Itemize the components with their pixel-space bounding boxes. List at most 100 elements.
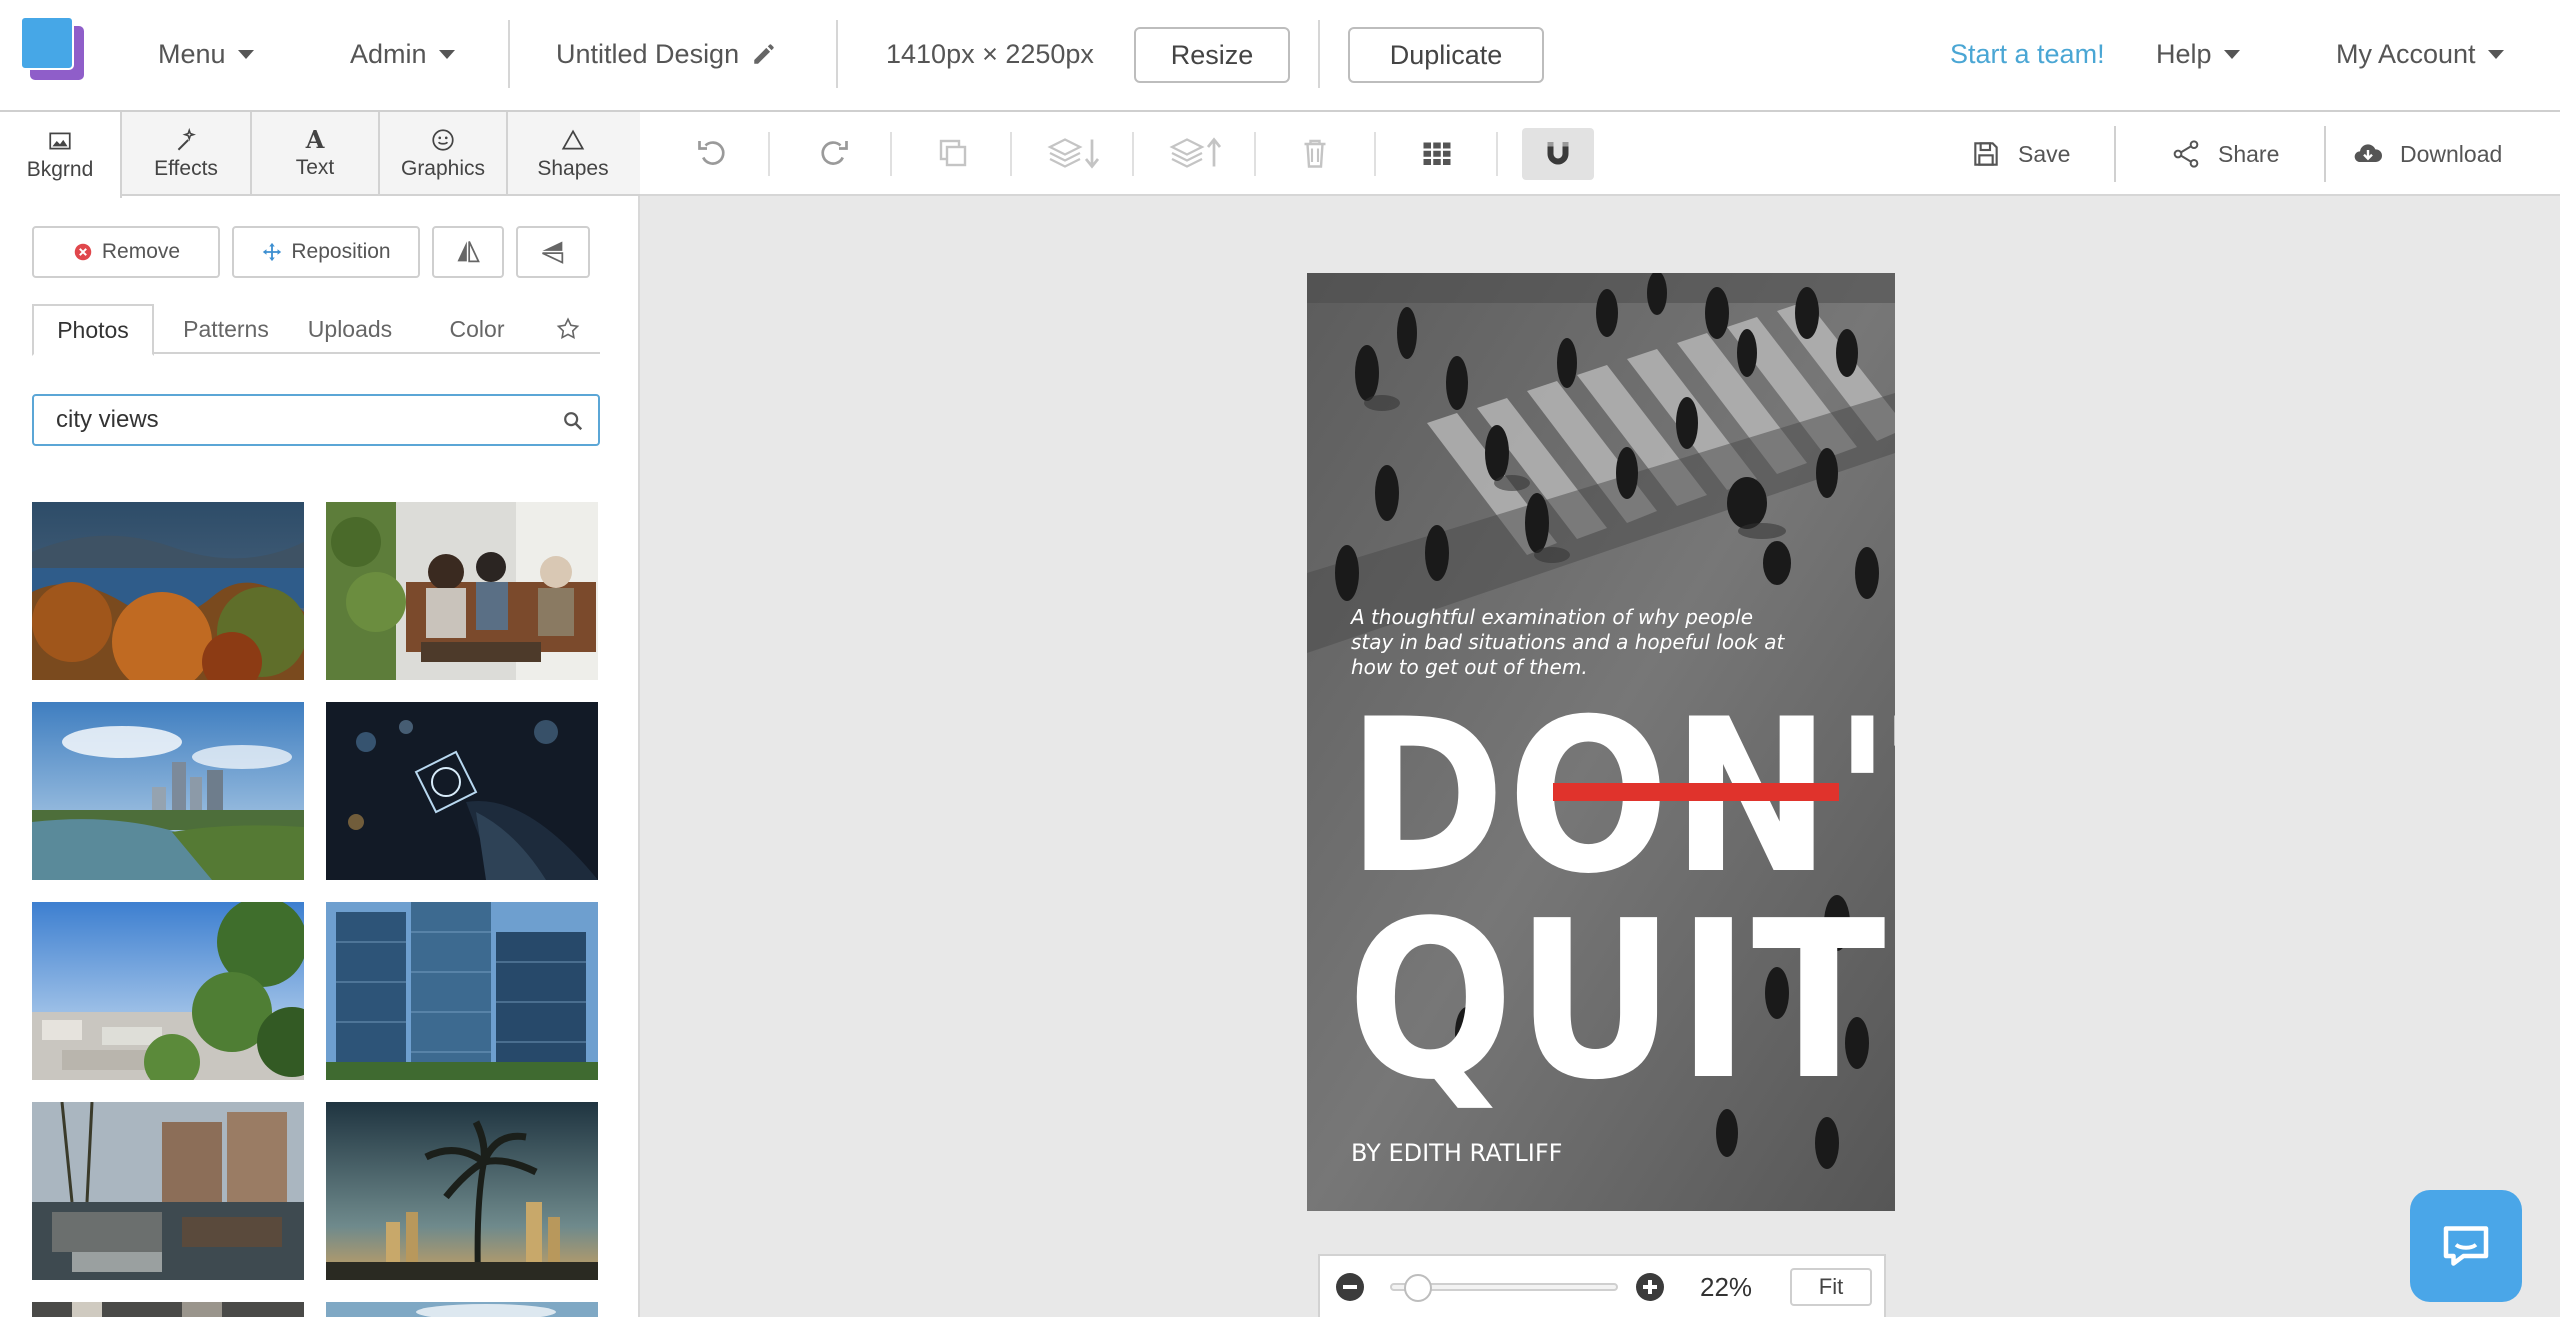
help-dropdown[interactable]: Help	[2156, 0, 2240, 108]
subtab-patterns[interactable]: Patterns	[162, 304, 290, 354]
left-panel: Bkgrnd Effects A Text Graphics Shapes Re…	[0, 112, 640, 1317]
cloud-download-icon	[2354, 144, 2383, 162]
text-icon: A	[305, 125, 325, 154]
cover-tagline[interactable]: A thoughtful examination of why people s…	[1351, 605, 1791, 680]
reposition-label: Reposition	[291, 240, 391, 263]
photo-canal-boats	[32, 1102, 304, 1280]
divider	[508, 20, 510, 88]
subtab-color[interactable]: Color	[422, 304, 532, 354]
photo-night-tech	[326, 702, 598, 880]
divider	[890, 132, 892, 176]
photo-thumbnail[interactable]	[32, 702, 304, 880]
photo-thumbnail[interactable]	[326, 1102, 598, 1280]
share-button[interactable]: Share	[2170, 112, 2279, 196]
tool-tab-label: Text	[295, 156, 335, 179]
zoom-level: 22%	[1700, 1272, 1753, 1302]
download-button[interactable]: Download	[2352, 112, 2502, 196]
share-label: Share	[2218, 140, 2280, 167]
support-chat-button[interactable]	[2410, 1190, 2522, 1302]
divider	[2324, 126, 2326, 182]
app-logo[interactable]	[20, 16, 86, 80]
admin-label: Admin	[350, 38, 427, 69]
zoom-slider-handle[interactable]	[1403, 1274, 1432, 1302]
tool-tab-background[interactable]: Bkgrnd	[0, 112, 122, 198]
download-label: Download	[2400, 140, 2503, 167]
chevron-down-icon	[237, 49, 254, 59]
design-title[interactable]: Untitled Design	[556, 0, 777, 108]
logo-front-square	[20, 16, 74, 70]
photo-thumbnail[interactable]	[32, 1102, 304, 1280]
snap-toggle[interactable]	[1522, 128, 1594, 180]
photo-thumbnail[interactable]	[326, 902, 598, 1080]
zoom-in-button[interactable]	[1636, 1273, 1664, 1301]
photo-partial	[326, 1302, 598, 1317]
tool-tab-graphics[interactable]: Graphics	[380, 112, 508, 196]
search-icon[interactable]	[562, 410, 584, 432]
cover-headline-line2[interactable]: QUIT	[1347, 893, 1888, 1111]
subtab-uploads[interactable]: Uploads	[290, 304, 410, 354]
zoom-controls: 22% Fit	[1318, 1254, 1886, 1317]
photo-thumbnail[interactable]	[326, 702, 598, 880]
flip-vertical-button[interactable]	[516, 226, 590, 278]
smiley-icon	[432, 129, 454, 151]
account-dropdown[interactable]: My Account	[2336, 0, 2504, 108]
send-backward-button[interactable]	[1044, 128, 1104, 178]
grid-button[interactable]	[1412, 128, 1462, 178]
tool-tabs: Bkgrnd Effects A Text Graphics Shapes	[0, 112, 640, 198]
photo-search[interactable]	[32, 394, 600, 446]
search-input[interactable]	[56, 406, 536, 434]
redo-button[interactable]	[808, 128, 858, 178]
flip-horizontal-button[interactable]	[432, 226, 504, 278]
menu-label: Menu	[158, 38, 226, 69]
flip-vertical-icon	[542, 241, 564, 264]
photo-city-river	[32, 702, 304, 880]
strikethrough-bar[interactable]	[1553, 783, 1839, 801]
design-dimensions: 1410px × 2250px	[886, 38, 1094, 69]
menu-dropdown[interactable]: Menu	[158, 0, 254, 108]
photo-thumbnail[interactable]	[32, 902, 304, 1080]
reposition-button[interactable]: Reposition	[232, 226, 420, 278]
remove-icon	[74, 243, 92, 261]
delete-button[interactable]	[1290, 128, 1340, 178]
fit-button[interactable]: Fit	[1790, 1268, 1872, 1306]
photo-thumbnail[interactable]	[326, 502, 598, 680]
move-arrows-icon	[263, 242, 282, 262]
layer-down-icon	[1047, 138, 1100, 169]
undo-button[interactable]	[688, 128, 738, 178]
zoom-out-button[interactable]	[1336, 1273, 1364, 1301]
copy-icon	[939, 139, 967, 167]
image-icon	[49, 132, 71, 150]
divider	[1254, 132, 1256, 176]
subtab-photos[interactable]: Photos	[32, 304, 154, 356]
divider	[1374, 132, 1376, 176]
photo-thumbnail[interactable]	[32, 1302, 304, 1317]
remove-button[interactable]: Remove	[32, 226, 220, 278]
admin-dropdown[interactable]: Admin	[350, 0, 455, 108]
save-icon	[1974, 142, 1998, 166]
subtab-favorites[interactable]	[536, 304, 600, 354]
undo-icon	[698, 141, 725, 165]
cover-author[interactable]: BY EDITH RATLIFF	[1351, 1139, 1562, 1167]
share-icon	[2173, 140, 2199, 168]
design-title-text: Untitled Design	[556, 38, 740, 69]
photo-thumbnail[interactable]	[326, 1302, 598, 1317]
design-canvas[interactable]: A thoughtful examination of why people s…	[1307, 273, 1895, 1211]
flip-horizontal-icon	[457, 241, 480, 263]
save-button[interactable]: Save	[1970, 112, 2070, 196]
photo-autumn-lake	[32, 502, 304, 680]
zoom-slider[interactable]	[1390, 1274, 1618, 1302]
resize-button[interactable]: Resize	[1134, 27, 1290, 83]
star-icon	[556, 317, 580, 340]
copy-button[interactable]	[928, 128, 978, 178]
photo-thumbnail[interactable]	[32, 502, 304, 680]
tool-tab-label: Shapes	[537, 157, 609, 180]
divider	[1318, 20, 1320, 88]
tool-tab-text[interactable]: A Text	[252, 112, 380, 196]
help-label: Help	[2156, 38, 2212, 69]
bring-forward-button[interactable]	[1166, 128, 1226, 178]
tool-tab-effects[interactable]: Effects	[122, 112, 252, 196]
duplicate-button[interactable]: Duplicate	[1348, 27, 1544, 83]
start-team-link[interactable]: Start a team!	[1950, 0, 2105, 108]
divider	[1010, 132, 1012, 176]
tool-tab-shapes[interactable]: Shapes	[508, 112, 638, 196]
